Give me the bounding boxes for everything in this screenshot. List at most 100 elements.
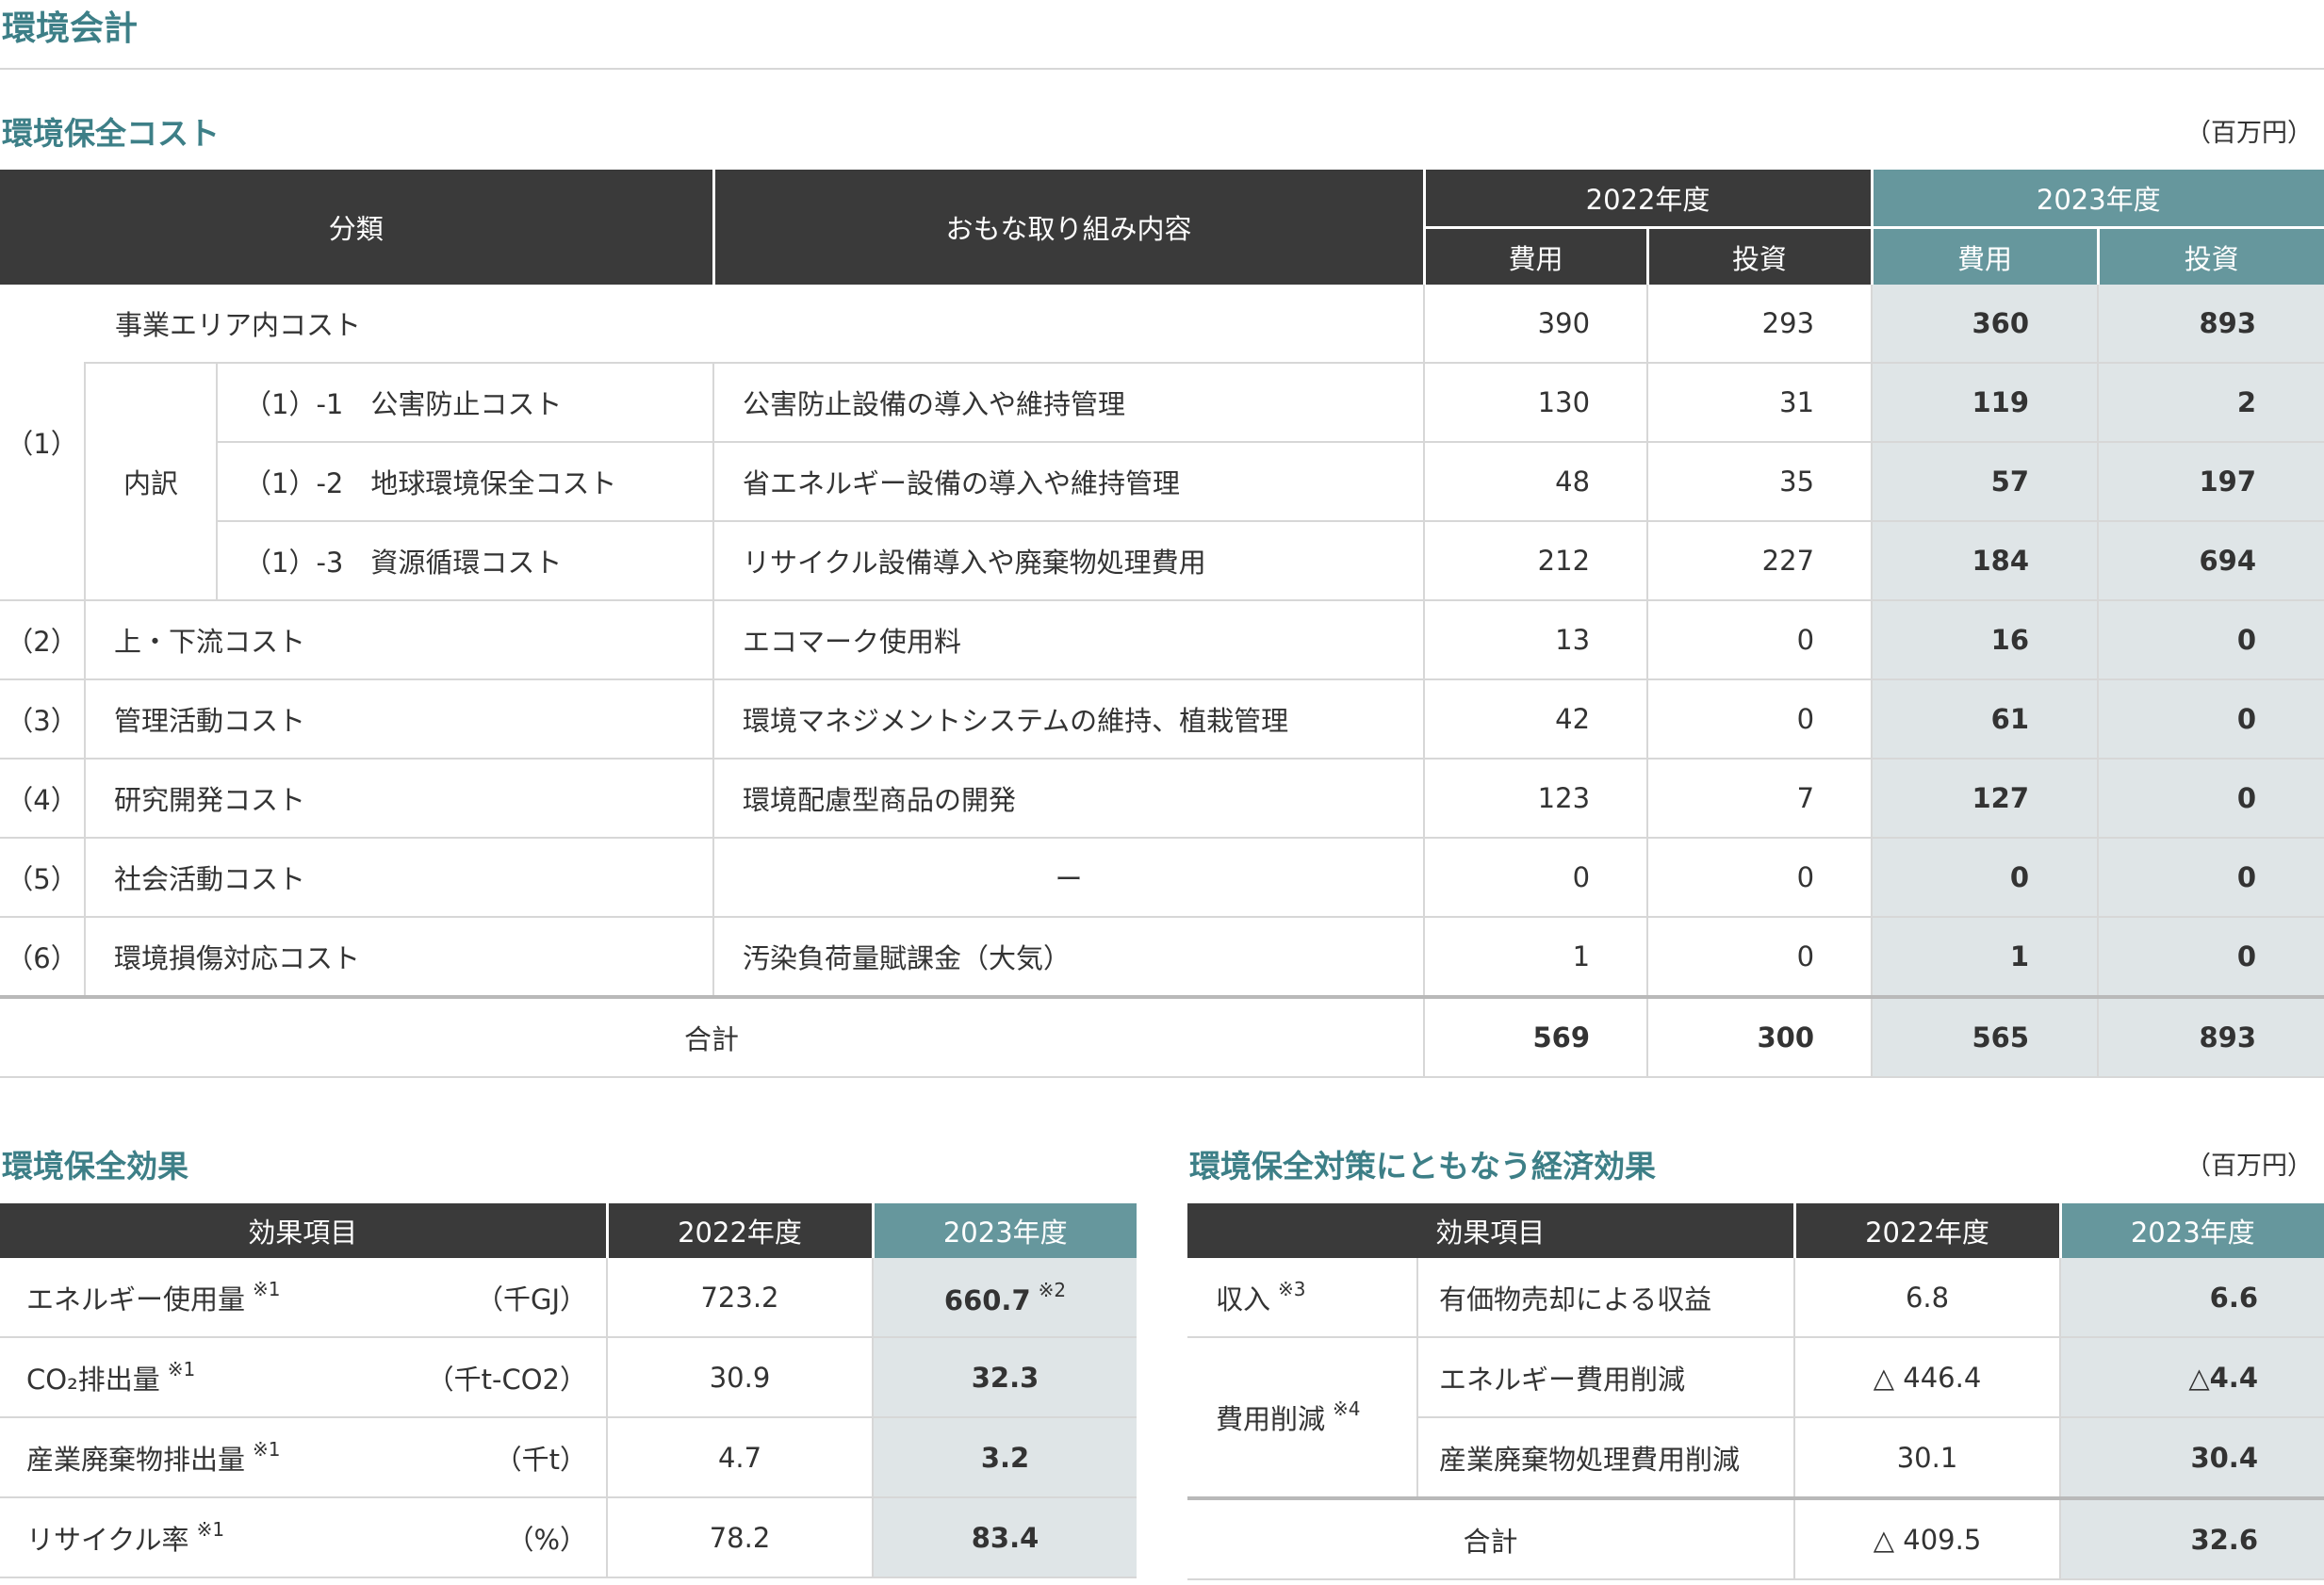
investment-2023: 0 — [2097, 917, 2324, 998]
value-2023: 6.6 — [2059, 1258, 2324, 1338]
row-label: 上・下流コスト — [83, 600, 714, 680]
total-row: 合計 △ 409.5 32.6 — [1187, 1496, 2324, 1580]
total-investment-2023: 893 — [2097, 995, 2324, 1078]
row-label: 事業エリア内コスト — [85, 285, 1425, 364]
row-description: 汚染負荷量賦課金（大気） — [712, 917, 1425, 998]
total-label: 合計 — [0, 995, 1425, 1078]
footnote-mark: ※4 — [1333, 1397, 1361, 1420]
table-row: （1）-2 地球環境保全コスト 省エネルギー設備の導入や維持管理 48 35 5… — [0, 442, 2324, 522]
row-label: （1）-2 地球環境保全コスト — [215, 442, 714, 522]
cost-2022: 130 — [1423, 363, 1648, 443]
cost-unit-label: （百万円） — [2185, 119, 2313, 148]
footnote-mark: ※2 — [1038, 1278, 1067, 1301]
footnote-mark: ※1 — [253, 1437, 281, 1461]
cost-2022: 42 — [1423, 679, 1648, 760]
table-row: リサイクル率 ※1 （%） 78.2 83.4 — [0, 1497, 1137, 1578]
item-label: CO₂排出量 — [26, 1363, 160, 1396]
table-row: 産業廃棄物排出量 ※1 （千t） 4.7 3.2 — [0, 1417, 1137, 1498]
footnote-mark: ※3 — [1278, 1277, 1306, 1300]
investment-2022: 0 — [1646, 917, 1873, 998]
cost-2022: 390 — [1423, 285, 1648, 364]
total-value-2023: 32.6 — [2059, 1496, 2324, 1580]
category-label: 収入 — [1216, 1283, 1271, 1315]
header-investment-2022: 投資 — [1645, 226, 1873, 285]
total-row: 合計 569 300 565 893 — [0, 995, 2324, 1078]
total-value-2022: △ 409.5 — [1793, 1496, 2061, 1580]
total-cost-2023: 565 — [1871, 995, 2099, 1078]
row-description: リサイクル設備導入や廃棄物処理費用 — [712, 521, 1425, 601]
cost-2022: 1 — [1423, 917, 1648, 998]
header-year-2022: 2022年度 — [1422, 170, 1873, 228]
item-label: リサイクル率 — [26, 1523, 189, 1556]
row-number: （6） — [0, 917, 85, 998]
effect-item: リサイクル率 ※1 （%） — [0, 1497, 607, 1578]
detail-label: エネルギー費用削減 — [1416, 1337, 1795, 1418]
header-investment-2023: 投資 — [2096, 226, 2324, 285]
row-description: 省エネルギー設備の導入や維持管理 — [712, 442, 1425, 522]
environmental-cost-table: 分類 おもな取り組み内容 2022年度 2023年度 費用 投資 費用 投資 （… — [0, 170, 2324, 1078]
cost-2022: 123 — [1423, 759, 1648, 839]
table-row: 収入 ※3 有価物売却による収益 6.8 6.6 — [1187, 1258, 2324, 1338]
row-description: 環境マネジメントシステムの維持、植栽管理 — [712, 679, 1425, 760]
investment-2023: 893 — [2097, 285, 2324, 364]
econ-unit-label: （百万円） — [2185, 1152, 2313, 1181]
row-description: エコマーク使用料 — [712, 600, 1425, 680]
econ-section-title: 環境保全対策にともなう経済効果 — [1189, 1148, 1656, 1185]
investment-2022: 293 — [1646, 285, 1873, 364]
investment-2023: 694 — [2097, 521, 2324, 601]
value-2023-text: 660.7 — [943, 1283, 1031, 1316]
value-2022: 30.1 — [1793, 1417, 2061, 1499]
row-number: （4） — [0, 759, 85, 839]
table-row: 内訳 （1）-1 公害防止コスト 公害防止設備の導入や維持管理 130 31 1… — [0, 363, 2324, 601]
detail-label: 産業廃棄物処理費用削減 — [1416, 1417, 1795, 1499]
unit-label: （%） — [506, 1523, 587, 1556]
table-row: CO₂排出量 ※1 （千t-CO2） 30.9 32.3 — [0, 1337, 1137, 1418]
cost-2023: 184 — [1871, 521, 2099, 601]
row-number: （3） — [0, 679, 85, 760]
value-2022: 723.2 — [606, 1258, 873, 1338]
income-category: 収入 ※3 — [1187, 1258, 1417, 1338]
row-label: 管理活動コスト — [83, 679, 714, 760]
footnote-mark: ※1 — [167, 1357, 196, 1381]
row-label: （1）-3 資源循環コスト — [215, 521, 714, 601]
effect-section-title: 環境保全効果 — [2, 1148, 188, 1185]
total-investment-2022: 300 — [1646, 995, 1873, 1078]
title-divider — [0, 68, 2324, 70]
cost-2023: 61 — [1871, 679, 2099, 760]
effect-item: エネルギー使用量 ※1 （千GJ） — [0, 1258, 607, 1338]
value-2022: 30.9 — [606, 1337, 873, 1418]
investment-2022: 35 — [1646, 442, 1873, 522]
investment-2022: 7 — [1646, 759, 1873, 839]
header-expense-2023: 費用 — [1870, 226, 2099, 285]
header-year-2023: 2023年度 — [1870, 170, 2324, 228]
value-2022: 4.7 — [606, 1417, 873, 1498]
table-row: （4） 研究開発コスト 環境配慮型商品の開発 123 7 127 0 — [0, 759, 2324, 839]
row-description: ー — [712, 838, 1425, 918]
cost-2022: 13 — [1423, 600, 1648, 680]
investment-2023: 0 — [2097, 759, 2324, 839]
investment-2023: 2 — [2097, 363, 2324, 443]
reduction-category: 費用削減 ※4 — [1187, 1337, 1417, 1499]
cost-2022: 48 — [1423, 442, 1648, 522]
cost-2023: 1 — [1871, 917, 2099, 998]
investment-2023: 197 — [2097, 442, 2324, 522]
investment-2022: 31 — [1646, 363, 1873, 443]
effect-header-item: 効果項目 — [0, 1203, 607, 1258]
econ-header-item: 効果項目 — [1187, 1203, 1795, 1258]
table-row: 費用削減 ※4 エネルギー費用削減 △ 446.4 △4.4 — [1187, 1337, 2324, 1499]
cost-2023: 119 — [1871, 363, 2099, 443]
investment-2022: 0 — [1646, 679, 1873, 760]
row-label: 研究開発コスト — [83, 759, 714, 839]
effect-item: CO₂排出量 ※1 （千t-CO2） — [0, 1337, 607, 1418]
breakdown-label: 内訳 — [84, 363, 217, 601]
value-2023: 83.4 — [872, 1497, 1137, 1578]
table-row: （3） 管理活動コスト 環境マネジメントシステムの維持、植栽管理 42 0 61… — [0, 679, 2324, 760]
investment-2022: 0 — [1646, 838, 1873, 918]
item-label: エネルギー使用量 — [26, 1283, 246, 1315]
value-2023: 30.4 — [2059, 1417, 2324, 1499]
header-initiatives: おもな取り組み内容 — [712, 170, 1425, 285]
cost-2023: 360 — [1871, 285, 2099, 364]
table-row: （1） 事業エリア内コスト 390 293 360 893 — [0, 285, 2324, 601]
table-row: エネルギー使用量 ※1 （千GJ） 723.2 660.7 ※2 — [0, 1258, 1137, 1338]
table-row: （2） 上・下流コスト エコマーク使用料 13 0 16 0 — [0, 600, 2324, 680]
